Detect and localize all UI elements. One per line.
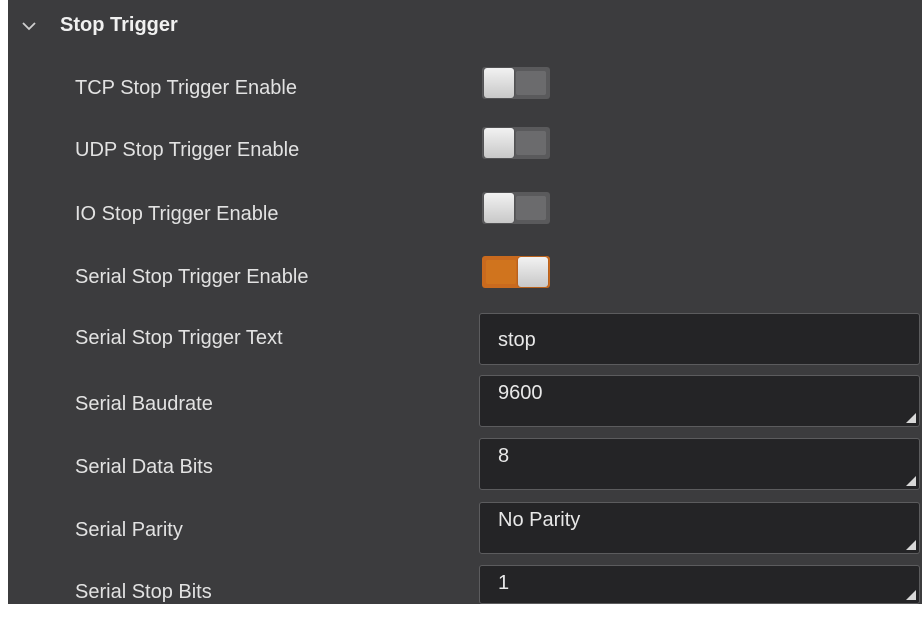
toggle-track xyxy=(516,71,546,95)
row-io-stop-trigger: IO Stop Trigger Enable xyxy=(8,189,922,239)
toggle-track xyxy=(516,196,546,220)
row-udp-stop-trigger: UDP Stop Trigger Enable xyxy=(8,123,922,173)
stop-trigger-panel: Stop Trigger TCP Stop Trigger Enable UDP… xyxy=(8,0,922,604)
serial-parity-select[interactable]: No Parity xyxy=(479,502,920,554)
io-stop-trigger-label: IO Stop Trigger Enable xyxy=(75,203,279,225)
row-tcp-stop-trigger: TCP Stop Trigger Enable xyxy=(8,63,922,113)
section-title: Stop Trigger xyxy=(60,14,178,36)
serial-baudrate-label: Serial Baudrate xyxy=(75,393,213,415)
udp-stop-trigger-toggle[interactable] xyxy=(482,127,550,159)
select-value: 9600 xyxy=(498,382,543,404)
resize-grip-icon xyxy=(906,413,916,423)
select-value: 1 xyxy=(498,572,510,594)
row-serial-stop-trigger: Serial Stop Trigger Enable xyxy=(8,252,922,302)
toggle-knob xyxy=(484,68,514,98)
row-serial-data-bits: Serial Data Bits 8 xyxy=(8,438,922,492)
select-value: No Parity xyxy=(498,509,581,531)
row-serial-stop-trigger-text: Serial Stop Trigger Text stop xyxy=(8,312,922,366)
row-serial-parity: Serial Parity No Parity xyxy=(8,502,922,556)
select-value: 8 xyxy=(498,445,510,467)
row-serial-baudrate: Serial Baudrate 9600 xyxy=(8,375,922,429)
serial-stop-trigger-text-input[interactable]: stop xyxy=(479,313,920,365)
serial-stop-bits-select[interactable]: 1 xyxy=(479,565,920,604)
serial-stop-trigger-toggle[interactable] xyxy=(482,256,550,288)
toggle-knob xyxy=(484,193,514,223)
io-stop-trigger-toggle[interactable] xyxy=(482,192,550,224)
toggle-knob xyxy=(518,257,548,287)
serial-parity-label: Serial Parity xyxy=(75,519,183,541)
serial-stop-trigger-text-label: Serial Stop Trigger Text xyxy=(75,327,283,349)
udp-stop-trigger-label: UDP Stop Trigger Enable xyxy=(75,139,300,161)
serial-data-bits-label: Serial Data Bits xyxy=(75,456,213,478)
input-value: stop xyxy=(498,329,536,351)
resize-grip-icon xyxy=(906,476,916,486)
serial-stop-bits-label: Serial Stop Bits xyxy=(75,581,212,603)
serial-data-bits-select[interactable]: 8 xyxy=(479,438,920,490)
section-header[interactable]: Stop Trigger xyxy=(8,0,922,52)
toggle-knob xyxy=(484,128,514,158)
serial-stop-trigger-label: Serial Stop Trigger Enable xyxy=(75,266,309,288)
tcp-stop-trigger-toggle[interactable] xyxy=(482,67,550,99)
row-serial-stop-bits: Serial Stop Bits 1 xyxy=(8,565,922,604)
serial-baudrate-select[interactable]: 9600 xyxy=(479,375,920,427)
toggle-track xyxy=(486,260,516,284)
toggle-track xyxy=(516,131,546,155)
resize-grip-icon xyxy=(906,590,916,600)
tcp-stop-trigger-label: TCP Stop Trigger Enable xyxy=(75,77,297,99)
resize-grip-icon xyxy=(906,540,916,550)
chevron-down-icon[interactable] xyxy=(20,17,38,35)
